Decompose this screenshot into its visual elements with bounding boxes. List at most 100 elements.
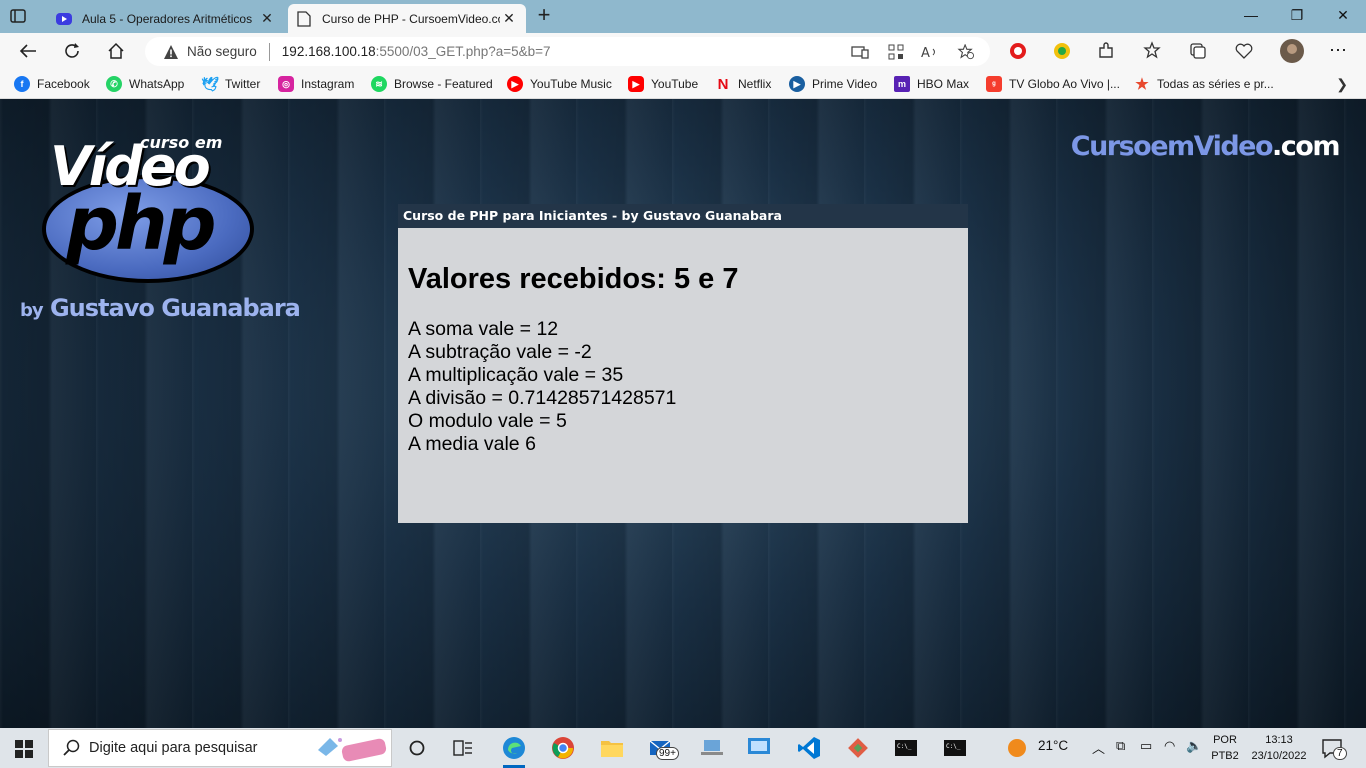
home-icon[interactable] [105, 40, 127, 62]
url-text[interactable]: 192.168.100.18:5500/03_GET.php?a=5&b=7 [282, 44, 551, 59]
content-card: Curso de PHP para Iniciantes - by Gustav… [398, 204, 968, 523]
minimize-icon[interactable]: — [1236, 7, 1266, 27]
security-label[interactable]: Não seguro [187, 44, 257, 59]
bookmark-label: HBO Max [917, 77, 970, 91]
notification-count: 7 [1333, 747, 1347, 760]
bookmark-tv-globo[interactable]: g TV Globo Ao Vivo |... [986, 75, 1120, 93]
bookmark-label: YouTube Music [530, 77, 612, 91]
bookmark-youtube[interactable]: ▶ YouTube [628, 75, 698, 93]
brand-main: CursoemVideo [1070, 131, 1274, 162]
file-explorer-icon[interactable] [599, 735, 625, 761]
result-line: A multiplicação vale = 35 [408, 364, 624, 386]
close-tab-icon[interactable]: ✕ [258, 10, 276, 27]
bookmarks-bar: f Facebook ✆ WhatsApp 🕊 Twitter ◎ Instagram … [0, 69, 1366, 99]
logo-curso-em-text: curso em [140, 133, 223, 152]
netflix-icon: N [717, 75, 729, 93]
bookmark-label: Instagram [301, 77, 355, 91]
bookmark-spotify[interactable]: ≋ Browse - Featured [371, 75, 493, 93]
new-tab-button[interactable]: + [534, 4, 554, 27]
browser-essentials-icon[interactable] [1234, 41, 1254, 61]
bookmark-prime-video[interactable]: ▶ Prime Video [789, 75, 877, 93]
bookmark-netflix[interactable]: N Netflix [715, 75, 772, 93]
bookmark-label: Twitter [225, 77, 261, 91]
network-adapter-icon[interactable]: ⧉ [1116, 738, 1125, 754]
warning-icon [164, 44, 178, 59]
youtube-music-icon: ▶ [507, 76, 523, 92]
keyboard-layout: PTB2 [1211, 750, 1239, 762]
prime-video-icon: ▶ [789, 76, 805, 92]
tab-actions-icon[interactable] [9, 7, 27, 25]
widgets-icon[interactable] [450, 735, 476, 761]
close-tab-icon[interactable]: ✕ [500, 10, 518, 27]
close-window-icon[interactable]: ✕ [1328, 7, 1358, 27]
more-options-icon[interactable]: ··· [1328, 40, 1348, 61]
favorites-icon[interactable] [1143, 41, 1163, 61]
collections-icon[interactable] [1188, 41, 1208, 61]
site-brand: CursoemVideo.com [1070, 131, 1341, 162]
whatsapp-icon: ✆ [106, 76, 122, 92]
restore-icon[interactable]: ❐ [1282, 7, 1312, 27]
card-body: Valores recebidos: 5 e 7 A soma vale = 1… [398, 263, 968, 456]
address-bar[interactable]: Não seguro 192.168.100.18:5500/03_GET.ph… [145, 37, 990, 66]
tab-title: Aula 5 - Operadores Aritméticos [82, 11, 253, 26]
result-line: O modulo vale = 5 [408, 410, 567, 432]
bookmark-instagram[interactable]: ◎ Instagram [278, 75, 354, 93]
clock[interactable]: 13:13 23/10/2022 [1248, 732, 1310, 764]
search-icon [63, 739, 80, 756]
laptop-app-icon[interactable] [699, 735, 725, 761]
taskbar: Digite aqui para pesquisar 99+ C:\_ C:\_… [0, 728, 1366, 768]
remote-desktop-icon[interactable] [746, 735, 772, 761]
svg-text:A: A [921, 46, 930, 60]
read-aloud-icon[interactable]: A [921, 44, 939, 60]
bookmark-whatsapp[interactable]: ✆ WhatsApp [106, 75, 184, 93]
chrome-icon[interactable] [550, 735, 576, 761]
windows-start-icon[interactable] [15, 740, 33, 758]
bookmark-series[interactable]: ★ Todas as séries e pr... [1134, 75, 1274, 93]
bookmark-label: Browse - Featured [394, 77, 493, 91]
spotify-icon: ≋ [371, 76, 387, 92]
brand-suffix: .com [1272, 131, 1340, 162]
result-line: A divisão = 0.71428571428571 [408, 387, 677, 409]
chevron-up-icon[interactable]: ︿ [1092, 738, 1105, 757]
app-available-icon[interactable] [851, 44, 869, 60]
instagram-icon: ◎ [278, 76, 294, 92]
tab-curso-php[interactable]: Curso de PHP - CursoemVideo.co ✕ [288, 4, 526, 33]
refresh-icon[interactable] [61, 40, 83, 62]
battery-icon[interactable]: ▭ [1140, 738, 1152, 754]
git-app-icon[interactable] [845, 735, 871, 761]
chevron-right-icon[interactable]: ❯ [1336, 76, 1348, 93]
bookmark-youtube-music[interactable]: ▶ YouTube Music [507, 75, 612, 93]
terminal-icon[interactable]: C:\_ [893, 735, 919, 761]
extensions-puzzle-icon[interactable] [1096, 41, 1116, 61]
weather-temp[interactable]: 21°C [1038, 738, 1068, 753]
tab-aula-5[interactable]: Aula 5 - Operadores Aritméticos ✕ [48, 4, 284, 33]
back-icon[interactable] [17, 40, 39, 62]
bookmark-label: Todas as séries e pr... [1157, 77, 1274, 91]
weather-sun-icon[interactable] [1004, 735, 1030, 761]
result-line: A subtração vale = -2 [408, 341, 592, 363]
bookmark-twitter[interactable]: 🕊 Twitter [201, 75, 261, 93]
terminal-icon[interactable]: C:\_ [942, 735, 968, 761]
url-path: :5500/03_GET.php?a=5&b=7 [375, 44, 551, 59]
adblock-extension-icon[interactable] [1008, 41, 1028, 61]
star-icon: ★ [1135, 76, 1149, 93]
volume-icon[interactable]: 🔈 [1186, 738, 1202, 754]
add-favorite-icon[interactable] [957, 44, 975, 60]
bookmark-label: Netflix [738, 77, 772, 91]
vscode-icon[interactable] [796, 735, 822, 761]
wifi-icon[interactable]: ◠ [1164, 738, 1175, 754]
bookmark-hbo-max[interactable]: m HBO Max [894, 75, 969, 93]
bookmark-facebook[interactable]: f Facebook [14, 75, 90, 93]
qr-code-icon[interactable] [887, 44, 905, 60]
result-line: A media vale 6 [408, 433, 536, 455]
search-highlight-icon[interactable] [316, 732, 390, 764]
tab-title: Curso de PHP - CursoemVideo.co [322, 11, 500, 26]
twitter-icon: 🕊 [201, 75, 219, 92]
task-view-icon[interactable] [404, 735, 430, 761]
extension-icon[interactable] [1052, 41, 1072, 61]
bookmark-label: WhatsApp [129, 77, 185, 91]
clock-time: 13:13 [1265, 734, 1293, 746]
avatar[interactable] [1280, 39, 1304, 63]
language-indicator[interactable]: POR PTB2 [1210, 732, 1240, 764]
edge-icon[interactable] [501, 735, 527, 768]
